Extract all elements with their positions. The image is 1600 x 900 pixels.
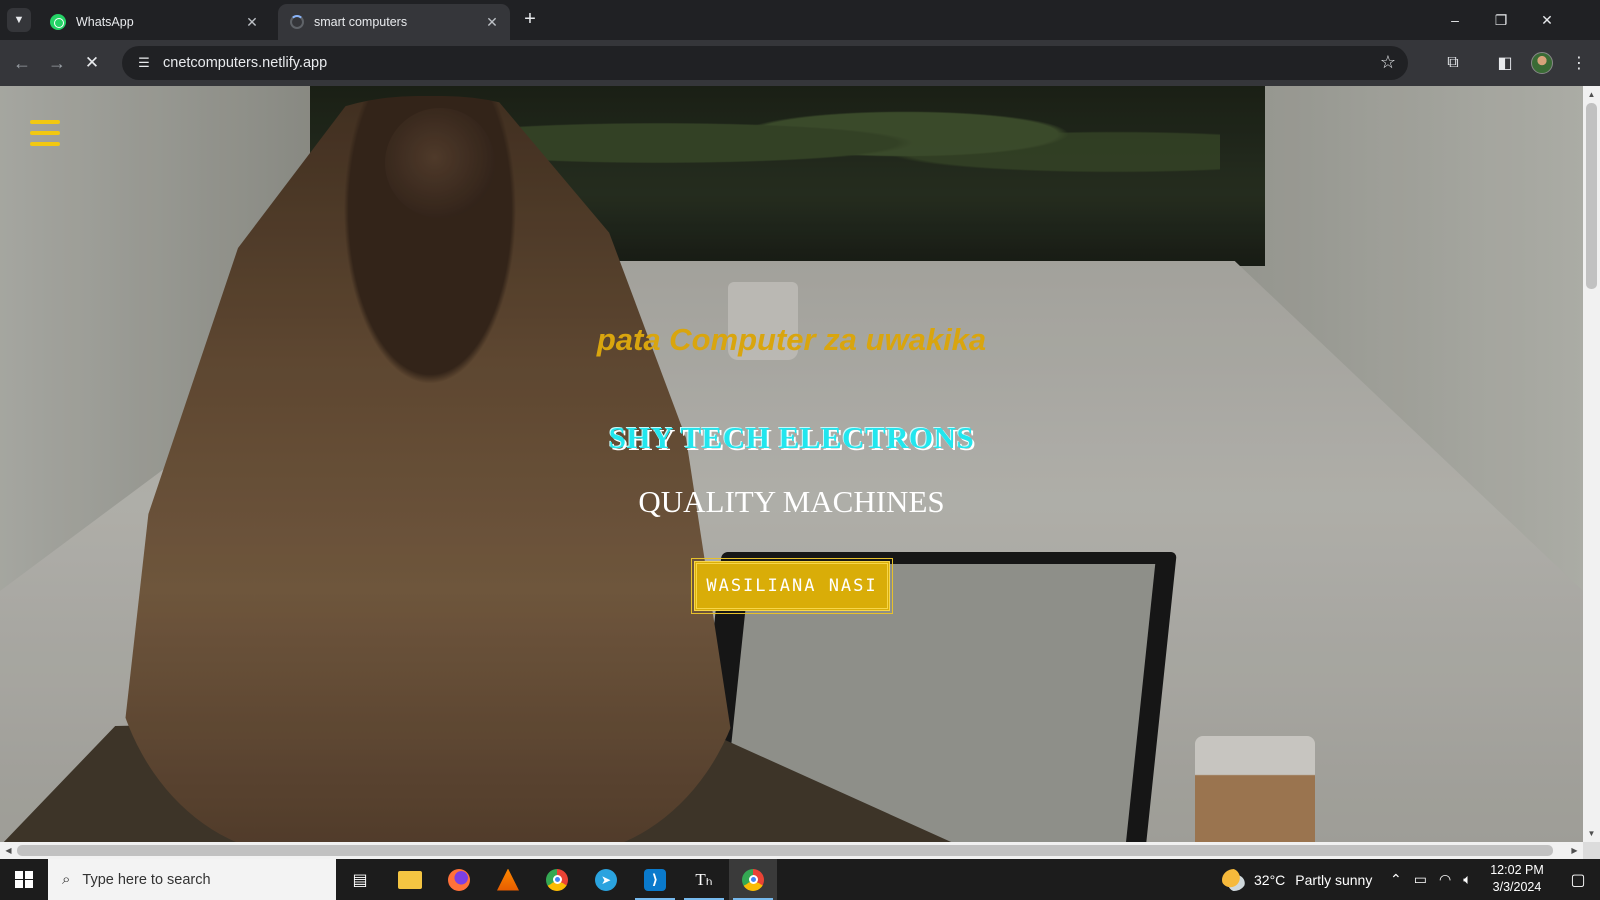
hamburger-bar bbox=[30, 120, 60, 124]
whatsapp-icon bbox=[50, 14, 66, 30]
clock-time: 12:02 PM bbox=[1490, 863, 1544, 877]
vlc-button[interactable] bbox=[484, 859, 532, 900]
chrome-icon bbox=[742, 868, 764, 891]
task-view-button[interactable]: ▤ bbox=[336, 859, 384, 900]
scroll-left-icon[interactable]: ◀ bbox=[4, 846, 13, 855]
contact-us-button[interactable]: WASILIANA NASI bbox=[691, 558, 893, 614]
side-panel-icon[interactable]: ◧ bbox=[1494, 52, 1516, 74]
weather-condition: Partly sunny bbox=[1295, 871, 1373, 888]
hero-subtitle: QUALITY MACHINES bbox=[638, 484, 945, 519]
system-tray: ⌃ ▭ ◠ 🔈︎ bbox=[1390, 859, 1472, 900]
windows-logo-icon bbox=[15, 870, 33, 889]
tab-strip: ▼ WhatsApp ✕ smart computers ✕ + – ❐ ✕ bbox=[0, 0, 1600, 40]
telegram-button[interactable]: ➤ bbox=[582, 859, 630, 900]
close-tab-icon[interactable]: ✕ bbox=[244, 14, 260, 30]
task-view-icon: ▤ bbox=[352, 871, 368, 889]
close-tab-icon[interactable]: ✕ bbox=[484, 14, 500, 30]
file-explorer-button[interactable] bbox=[386, 859, 434, 900]
horizontal-scrollbar[interactable]: ◀ ▶ bbox=[0, 842, 1583, 859]
typora-icon: Tₕ bbox=[695, 869, 713, 889]
hero-overlay bbox=[0, 86, 1583, 842]
restore-button[interactable]: ❐ bbox=[1486, 6, 1516, 34]
chrome-icon-center bbox=[748, 875, 758, 884]
tab-title: WhatsApp bbox=[76, 15, 134, 29]
page-viewport: pata Computer za uwakika SHY TECH ELECTR… bbox=[0, 86, 1583, 842]
minimize-button[interactable]: – bbox=[1440, 6, 1470, 34]
hamburger-bar bbox=[30, 142, 60, 146]
clock-date: 3/3/2024 bbox=[1492, 880, 1542, 894]
weather-temp: 32°C bbox=[1254, 871, 1286, 888]
vscode-icon: ⟩ bbox=[644, 868, 666, 891]
search-icon: ⌕ bbox=[62, 871, 71, 888]
firefox-icon bbox=[448, 868, 470, 891]
chevron-up-icon[interactable]: ⌃ bbox=[1390, 871, 1402, 888]
profile-avatar[interactable] bbox=[1531, 52, 1553, 74]
horizontal-scroll-thumb[interactable] bbox=[17, 845, 1553, 856]
volume-icon[interactable]: 🔈︎ bbox=[1463, 871, 1471, 888]
vertical-scrollbar[interactable]: ▲ ▼ bbox=[1583, 86, 1600, 842]
extensions-icon[interactable]: ⧉ bbox=[1442, 52, 1464, 74]
forward-button[interactable]: → bbox=[45, 51, 69, 75]
new-tab-button[interactable]: + bbox=[519, 9, 541, 31]
tab-search-button[interactable]: ▼ bbox=[7, 8, 31, 32]
taskbar-clock[interactable]: 12:02 PM 3/3/2024 bbox=[1478, 862, 1556, 896]
scroll-down-icon[interactable]: ▼ bbox=[1587, 829, 1596, 838]
hero-brand-title: SHY TECH ELECTRONS bbox=[608, 420, 975, 455]
chrome-icon bbox=[546, 868, 568, 891]
telegram-icon: ➤ bbox=[595, 868, 617, 891]
vlc-icon bbox=[497, 868, 519, 891]
minimize-icon: – bbox=[1451, 12, 1459, 28]
tab-title: smart computers bbox=[314, 15, 408, 29]
scroll-right-icon[interactable]: ▶ bbox=[1570, 846, 1579, 855]
hamburger-bar bbox=[30, 131, 60, 135]
arrow-left-icon: ← bbox=[13, 52, 31, 73]
wifi-icon[interactable]: ◠ bbox=[1439, 871, 1451, 888]
tab-smart-computers[interactable]: smart computers ✕ bbox=[278, 4, 510, 40]
chrome-button[interactable] bbox=[533, 859, 581, 900]
notification-icon: ▢ bbox=[1570, 871, 1586, 889]
arrow-right-icon: → bbox=[48, 52, 66, 73]
bookmark-star-icon[interactable]: ☆ bbox=[1380, 52, 1396, 73]
weather-widget[interactable]: 32°C Partly sunny bbox=[1222, 859, 1372, 900]
battery-icon[interactable]: ▭ bbox=[1414, 871, 1427, 888]
address-bar[interactable]: ☰ cnetcomputers.netlify.app ☆ bbox=[122, 46, 1408, 80]
close-window-button[interactable]: ✕ bbox=[1532, 6, 1562, 34]
browser-toolbar: ← → ✕ ☰ cnetcomputers.netlify.app ☆ ⧉ ◧ … bbox=[0, 40, 1600, 86]
notifications-button[interactable]: ▢ bbox=[1556, 859, 1600, 900]
search-placeholder: Type here to search bbox=[82, 871, 211, 888]
chrome-icon-center bbox=[552, 875, 562, 884]
folder-icon bbox=[398, 870, 422, 889]
firefox-button[interactable] bbox=[435, 859, 483, 900]
close-icon: ✕ bbox=[84, 53, 100, 72]
close-icon: ✕ bbox=[1541, 11, 1553, 28]
back-button[interactable]: ← bbox=[10, 51, 34, 75]
start-button[interactable] bbox=[0, 859, 48, 900]
scrollbar-corner bbox=[1583, 842, 1600, 859]
restore-icon: ❐ bbox=[1494, 11, 1508, 28]
taskbar-search[interactable]: ⌕ Type here to search bbox=[48, 859, 336, 900]
more-menu-icon[interactable]: ⋮ bbox=[1568, 52, 1590, 74]
url-text[interactable]: cnetcomputers.netlify.app bbox=[163, 55, 327, 71]
hero-tagline: pata Computer za uwakika bbox=[596, 322, 987, 357]
site-info-icon[interactable]: ☰ bbox=[134, 53, 154, 73]
stop-loading-button[interactable]: ✕ bbox=[80, 51, 104, 75]
hamburger-menu-icon[interactable] bbox=[30, 120, 60, 146]
typora-button[interactable]: Tₕ bbox=[680, 859, 728, 900]
partly-sunny-icon bbox=[1222, 868, 1246, 891]
chrome-active-button[interactable] bbox=[729, 859, 777, 900]
scroll-up-icon[interactable]: ▲ bbox=[1587, 90, 1596, 99]
tab-whatsapp[interactable]: WhatsApp ✕ bbox=[38, 4, 270, 40]
vscode-button[interactable]: ⟩ bbox=[631, 859, 679, 900]
chevron-down-icon: ▼ bbox=[13, 14, 25, 26]
vertical-scroll-thumb[interactable] bbox=[1586, 103, 1597, 289]
loading-spinner-icon bbox=[290, 15, 304, 29]
plus-icon: + bbox=[524, 8, 536, 30]
windows-taskbar: ⌕ Type here to search ▤ ➤ ⟩ Tₕ 32°C Part… bbox=[0, 859, 1600, 900]
